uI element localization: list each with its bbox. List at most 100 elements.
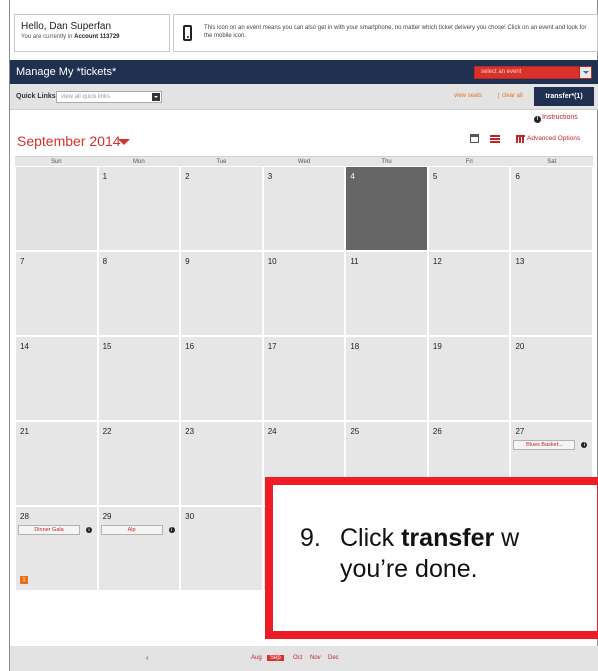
- calendar-day[interactable]: 28 Dinner Gala i 1: [15, 506, 98, 591]
- day-of-week: Mon: [133, 159, 145, 165]
- calendar-day[interactable]: 9: [180, 251, 263, 336]
- account-number: Account 113729: [74, 34, 120, 40]
- day-number: 15: [102, 342, 112, 351]
- day-number: 28: [20, 512, 29, 521]
- day-number: 4: [350, 172, 355, 181]
- calendar-day[interactable]: 1: [97, 166, 181, 251]
- callout-text-before: Click: [340, 524, 402, 552]
- calendar-day[interactable]: 29 Alp i: [97, 506, 181, 591]
- quick-links-bar: Quick Links view all quick links view se…: [10, 84, 598, 110]
- day-number: 9: [185, 257, 190, 266]
- callout-bold-word: transfer: [401, 524, 495, 552]
- smartphone-icon: [183, 25, 192, 41]
- day-number: 12: [432, 257, 442, 266]
- calendar-day[interactable]: 21: [15, 421, 98, 506]
- day-number: 19: [432, 342, 442, 351]
- month-title[interactable]: September 2014: [17, 133, 121, 149]
- instructions-link[interactable]: i Instructions: [534, 114, 578, 123]
- day-number: 17: [267, 342, 277, 351]
- event-chip-alp[interactable]: Alp: [100, 525, 163, 535]
- day-number: 23: [185, 427, 195, 436]
- manage-tickets-bar: Manage My *tickets* select an event: [10, 60, 598, 84]
- day-number: 24: [267, 427, 277, 436]
- calendar-day[interactable]: 10: [262, 251, 346, 336]
- event-chip-blues[interactable]: Blues Basket...: [513, 440, 576, 450]
- quick-links-label: Quick Links: [16, 93, 56, 100]
- mobile-notice-box: This icon on an event means you can also…: [173, 14, 598, 52]
- quick-links-dropdown[interactable]: view all quick links: [56, 91, 162, 103]
- quick-links-placeholder: view all quick links: [61, 94, 111, 100]
- mobile-notice-text: This icon on an event means you can also…: [204, 25, 587, 39]
- month-link-aug[interactable]: Aug: [251, 655, 262, 661]
- callout-text: 9. Click transfer w you’re done.: [300, 523, 519, 585]
- month-link-oct[interactable]: Oct: [293, 655, 302, 661]
- calendar-day[interactable]: 30: [180, 506, 263, 591]
- select-event-placeholder: select an event: [481, 69, 522, 75]
- day-number: 5: [432, 172, 438, 181]
- day-of-week: Sun: [50, 159, 62, 165]
- calendar-week: 1 2 3 4 5 6: [15, 166, 594, 251]
- calendar-view-icon[interactable]: [470, 134, 479, 143]
- calendar-week: 7 8 9 10 11 12 13: [15, 251, 594, 336]
- calendar-day[interactable]: 13: [510, 251, 594, 336]
- calendar-day[interactable]: 22: [97, 421, 181, 506]
- month-link-sep[interactable]: Sep: [267, 655, 284, 661]
- calendar-day[interactable]: 23: [180, 421, 263, 506]
- grid-options-icon[interactable]: [516, 135, 525, 143]
- day-number: 13: [515, 257, 525, 266]
- month-navigation: ‹ Aug Sep Oct Nov Dec: [10, 646, 598, 671]
- day-number: 18: [350, 342, 360, 351]
- calendar-day[interactable]: 7: [15, 251, 98, 336]
- info-icon[interactable]: i: [168, 527, 175, 533]
- day-number: 10: [267, 257, 277, 266]
- chevron-down-icon[interactable]: [152, 93, 160, 101]
- previous-arrow-icon[interactable]: ‹: [146, 653, 149, 662]
- greeting-text: Hello, Dan Superfan: [21, 21, 112, 32]
- day-number: 30: [185, 512, 195, 521]
- calendar-day[interactable]: 18: [345, 336, 428, 421]
- calendar-day[interactable]: 17: [262, 336, 346, 421]
- callout-text-after: w: [494, 524, 520, 552]
- calendar-day[interactable]: 5: [427, 166, 511, 251]
- day-number: 21: [20, 427, 29, 436]
- day-number: 7: [20, 257, 25, 266]
- clear-all-link[interactable]: clear all: [502, 93, 523, 99]
- advanced-options-link[interactable]: Advanced Options: [527, 135, 580, 142]
- month-link-nov[interactable]: Nov: [310, 655, 321, 661]
- day-number: 3: [267, 172, 273, 181]
- calendar-day[interactable]: 3: [262, 166, 346, 251]
- calendar-day[interactable]: 14: [15, 336, 98, 421]
- calendar-day-today[interactable]: 4: [345, 166, 428, 251]
- calendar-day[interactable]: 15: [97, 336, 181, 421]
- day-of-week: Thu: [381, 159, 392, 165]
- day-number: 1: [102, 172, 108, 181]
- month-link-dec[interactable]: Dec: [328, 655, 339, 661]
- calendar-day[interactable]: 12: [427, 251, 511, 336]
- calendar-day[interactable]: 8: [97, 251, 181, 336]
- day-number: 14: [20, 342, 29, 351]
- calendar-day[interactable]: 2: [180, 166, 263, 251]
- callout-line-2: you’re done.: [340, 555, 478, 583]
- select-event-dropdown[interactable]: select an event: [474, 66, 592, 79]
- calendar-day[interactable]: 19: [427, 336, 511, 421]
- event-chip-dinner[interactable]: Dinner Gala: [18, 525, 80, 535]
- view-seats-link[interactable]: view seats: [454, 93, 482, 99]
- info-icon[interactable]: i: [581, 442, 588, 448]
- info-icon: i: [534, 116, 541, 123]
- day-number: 6: [515, 172, 520, 181]
- day-number: 16: [185, 342, 195, 351]
- ticket-count-badge: 1: [20, 576, 28, 584]
- account-greeting-box: Hello, Dan Superfan You are currently in…: [14, 14, 170, 52]
- info-icon[interactable]: i: [86, 527, 92, 533]
- caret-down-icon[interactable]: [118, 139, 130, 145]
- day-number: 27: [515, 427, 525, 436]
- transfer-button[interactable]: transfer*(1): [534, 87, 594, 106]
- list-view-icon[interactable]: [490, 135, 500, 143]
- calendar-day[interactable]: 6: [510, 166, 594, 251]
- calendar-day[interactable]: 20: [510, 336, 594, 421]
- day-number: 25: [350, 427, 360, 436]
- calendar-day[interactable]: 16: [180, 336, 263, 421]
- chevron-down-icon[interactable]: [579, 67, 591, 78]
- calendar-day[interactable]: 11: [345, 251, 428, 336]
- day-of-week: Wed: [297, 159, 311, 165]
